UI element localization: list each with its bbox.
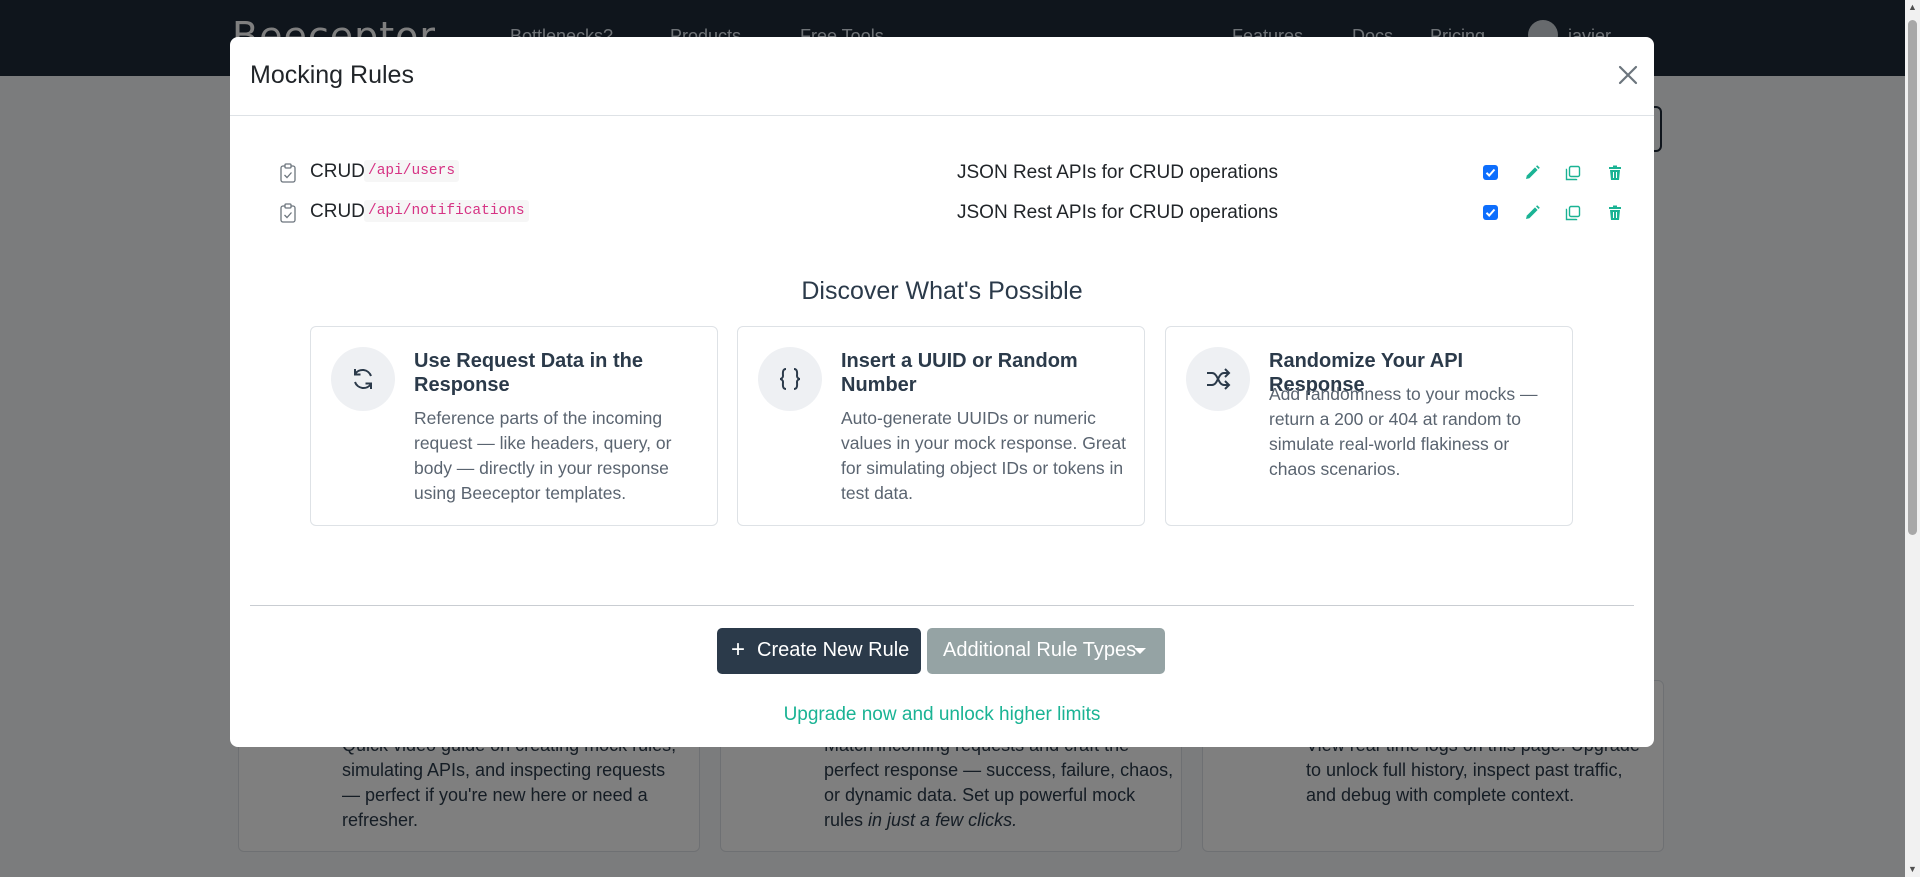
additional-rule-types-label: Additional Rule Types xyxy=(943,639,1137,661)
rule-description: JSON Rest APIs for CRUD operations xyxy=(957,202,1278,223)
divider xyxy=(250,605,1634,606)
rule-row: CRUD /api/users JSON Rest APIs for CRUD … xyxy=(230,155,1654,191)
pencil-icon[interactable] xyxy=(1522,163,1542,183)
rule-enabled-checkbox[interactable] xyxy=(1483,205,1498,220)
plus-icon: + xyxy=(731,636,746,663)
clipboard-check-icon xyxy=(280,163,296,183)
rule-path: /api/users xyxy=(364,160,460,182)
rule-type: CRUD xyxy=(310,201,365,222)
feature-card-randomize[interactable]: Randomize Your API Response Add randomne… xyxy=(1165,326,1573,526)
rule-type: CRUD xyxy=(310,161,365,182)
upgrade-link[interactable]: Upgrade now and unlock higher limits xyxy=(230,704,1654,726)
scrollbar-thumb[interactable] xyxy=(1908,20,1917,535)
trash-icon[interactable] xyxy=(1605,203,1625,223)
scroll-up-arrow[interactable]: ▲ xyxy=(1908,2,1917,12)
rule-enabled-checkbox[interactable] xyxy=(1483,165,1498,180)
shuffle-icon xyxy=(1186,347,1250,411)
copy-icon[interactable] xyxy=(1563,163,1583,183)
feature-card-request-data[interactable]: Use Request Data in the Response Referen… xyxy=(310,326,718,526)
modal-header: Mocking Rules xyxy=(230,37,1654,116)
feature-text: Auto-generate UUIDs or numeric values in… xyxy=(841,408,1126,503)
refresh-icon xyxy=(331,347,395,411)
pencil-icon[interactable] xyxy=(1522,203,1542,223)
trash-icon[interactable] xyxy=(1605,163,1625,183)
copy-icon[interactable] xyxy=(1563,203,1583,223)
create-new-rule-button[interactable]: + Create New Rule xyxy=(717,628,921,674)
feature-text: Reference parts of the incoming request … xyxy=(414,408,672,503)
mocking-rules-modal: Mocking Rules CRUD /api/users JSON Rest … xyxy=(230,37,1654,747)
close-icon[interactable] xyxy=(1614,61,1642,89)
feature-text: Add randomness to your mocks — return a … xyxy=(1269,384,1538,479)
braces-icon xyxy=(758,347,822,411)
caret-down-icon xyxy=(1134,648,1146,654)
discover-heading: Discover What's Possible xyxy=(801,277,1083,305)
modal-title: Mocking Rules xyxy=(250,61,414,89)
feature-title: Use Request Data in the Response xyxy=(414,350,643,396)
rule-description: JSON Rest APIs for CRUD operations xyxy=(957,162,1278,183)
create-new-rule-label: Create New Rule xyxy=(757,639,910,661)
feature-card-uuid[interactable]: Insert a UUID or Random Number Auto-gene… xyxy=(737,326,1145,526)
feature-title: Insert a UUID or Random Number xyxy=(841,350,1078,396)
scroll-down-arrow[interactable]: ▼ xyxy=(1908,864,1917,874)
additional-rule-types-dropdown[interactable]: Additional Rule Types xyxy=(927,628,1165,674)
clipboard-check-icon xyxy=(280,203,296,223)
rule-path: /api/notifications xyxy=(364,200,529,222)
page-scrollbar[interactable]: ▲ ▼ xyxy=(1905,0,1920,877)
rule-row: CRUD /api/notifications JSON Rest APIs f… xyxy=(230,195,1654,231)
